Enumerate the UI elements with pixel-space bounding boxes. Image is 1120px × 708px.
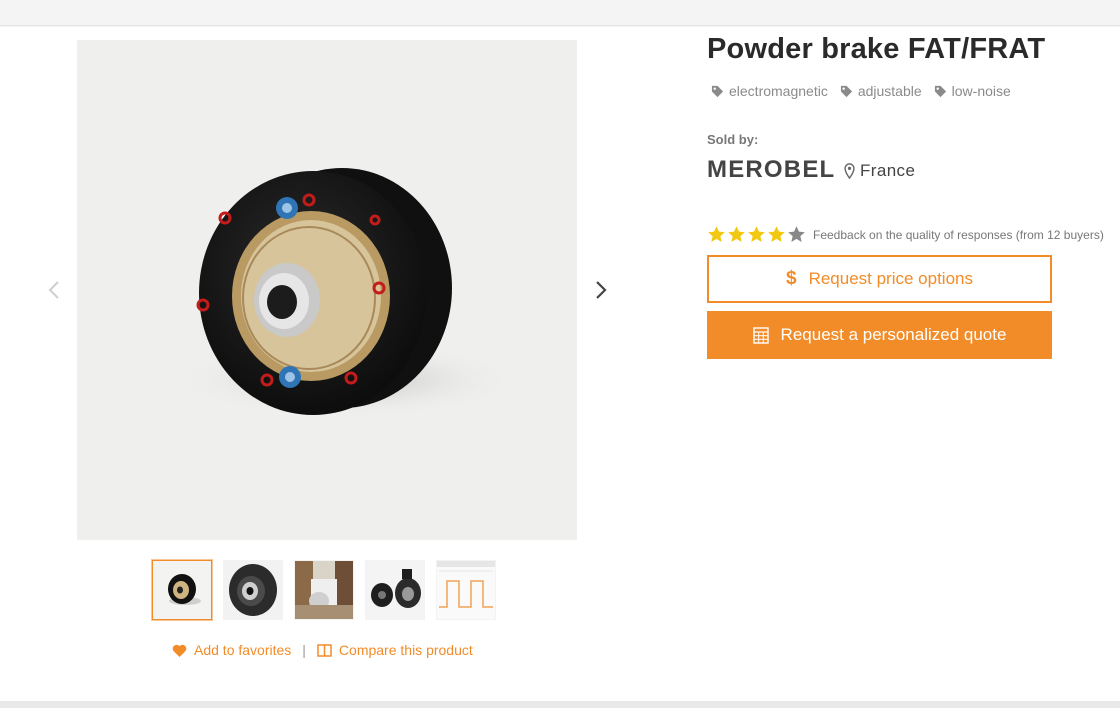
tag-icon	[840, 85, 852, 97]
powder-brake-image	[177, 168, 517, 418]
tag-icon	[934, 85, 946, 97]
tag-label: electromagnetic	[729, 83, 828, 99]
calculator-icon	[752, 326, 769, 344]
link-separator: |	[302, 642, 306, 658]
request-price-options-label: Request price options	[808, 269, 973, 288]
thumbnail-1[interactable]	[152, 560, 212, 620]
heart-icon	[172, 644, 187, 657]
star-icon	[788, 226, 805, 242]
rating-stars	[707, 225, 806, 244]
thumbnail-4[interactable]	[365, 560, 425, 620]
add-to-favorites-label: Add to favorites	[194, 642, 292, 658]
main-product-image[interactable]	[77, 40, 577, 540]
product-title-model: FAT/FRAT	[907, 33, 1046, 65]
request-price-options-button[interactable]: $ Request price options	[707, 255, 1052, 303]
tag-label: low-noise	[951, 83, 1011, 99]
sold-by-label: Sold by:	[707, 132, 759, 147]
thumbnail-3[interactable]	[294, 560, 354, 620]
star-icon	[748, 226, 765, 242]
map-pin-icon	[844, 163, 855, 179]
top-bar	[0, 0, 1120, 26]
bottom-bar	[0, 701, 1120, 708]
chevron-right-icon	[596, 281, 607, 299]
tag-icon	[711, 85, 724, 97]
compare-product-label: Compare this product	[338, 642, 473, 658]
add-to-favorites-link[interactable]: Add to favorites	[172, 642, 291, 658]
tag-low-noise[interactable]: low-noise	[934, 83, 1011, 99]
product-title: Powder brake FAT/FRAT	[707, 33, 1045, 66]
seller-name[interactable]: MEROBEL	[707, 156, 835, 184]
country-label: France	[860, 161, 916, 180]
thumbnail-strip	[152, 560, 496, 620]
rating-feedback-text: Feedback on the quality of responses (fr…	[813, 227, 1104, 242]
request-personalized-quote-label: Request a personalized quote	[780, 325, 1007, 344]
star-icon	[768, 226, 785, 242]
seller-rating: Feedback on the quality of responses (fr…	[707, 225, 1104, 244]
tag-electromagnetic[interactable]: electromagnetic	[711, 83, 828, 99]
brake-side-thumbnail	[224, 561, 282, 619]
compare-icon	[317, 643, 332, 657]
seller-country: France	[844, 161, 915, 181]
product-tags: electromagnetic adjustable low-noise	[711, 83, 1011, 99]
machine-photo-thumbnail	[295, 561, 353, 619]
signal-graph-thumbnail	[437, 561, 495, 619]
dollar-icon: $	[785, 268, 797, 289]
star-icon	[708, 226, 725, 242]
product-actions: Add to favorites | Compare this product	[172, 641, 473, 659]
next-image-button[interactable]	[589, 278, 613, 302]
request-personalized-quote-button[interactable]: Request a personalized quote	[707, 311, 1052, 359]
star-icon	[728, 226, 745, 242]
product-title-name: Powder brake	[707, 33, 900, 65]
chevron-left-icon	[48, 281, 59, 299]
tag-label: adjustable	[857, 83, 922, 99]
compare-product-link[interactable]: Compare this product	[317, 642, 473, 658]
previous-image-button[interactable]	[42, 278, 66, 302]
thumbnail-5[interactable]	[436, 560, 496, 620]
brake-assembly-thumbnail	[366, 561, 424, 619]
brake-front-thumbnail	[168, 574, 201, 605]
thumbnail-2[interactable]	[223, 560, 283, 620]
tag-adjustable[interactable]: adjustable	[840, 83, 922, 99]
